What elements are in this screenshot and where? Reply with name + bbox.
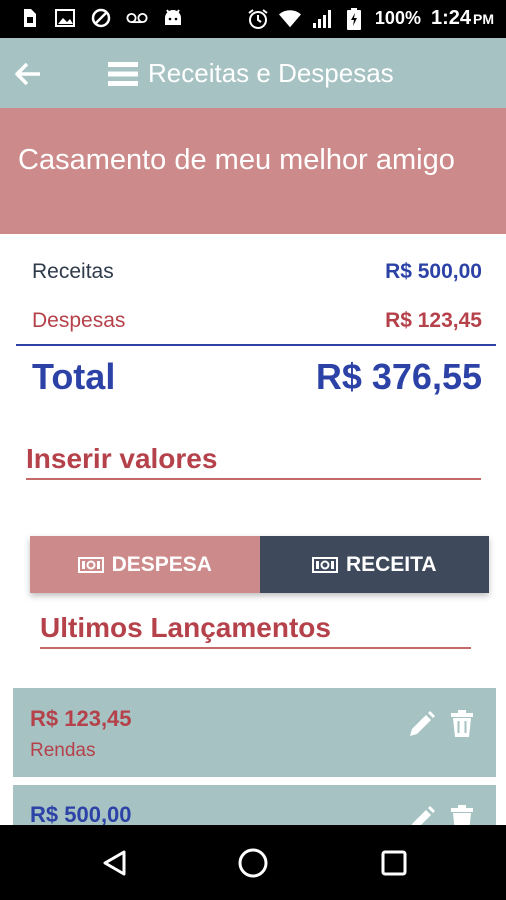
receitas-value: R$ 500,00 <box>385 260 482 283</box>
insert-section-underline <box>26 478 481 480</box>
despesas-row: Despesas R$ 123,45 <box>32 309 482 333</box>
menu-icon <box>108 62 138 86</box>
android-icon <box>162 7 184 29</box>
status-bar: 100% 1:24 PM <box>0 0 506 38</box>
delete-icon[interactable] <box>450 805 474 825</box>
insert-section-title: Inserir valores <box>26 443 218 474</box>
app-title: Receitas e Despesas <box>148 58 394 88</box>
money-icon <box>77 556 104 573</box>
back-triangle-icon <box>103 850 126 876</box>
total-label: Total <box>32 356 116 397</box>
entry-amount: R$ 123,45 <box>30 706 132 731</box>
system-nav-bar <box>0 825 506 900</box>
add-receita-button[interactable]: RECEITA <box>259 536 489 593</box>
battery-percent: 100% <box>374 8 421 28</box>
menu-button[interactable] <box>108 60 138 88</box>
voicemail-icon <box>126 7 148 29</box>
shield-icon <box>90 7 112 29</box>
clock-ampm: PM <box>473 11 494 27</box>
total-value: R$ 376,55 <box>315 356 482 397</box>
back-button[interactable] <box>10 56 46 92</box>
alarm-icon <box>247 8 269 30</box>
signal-icon <box>311 8 333 30</box>
recent-section-title: Ultimos Lançamentos <box>40 612 331 643</box>
delete-icon[interactable] <box>450 710 474 745</box>
receitas-row: Receitas R$ 500,00 <box>32 260 482 284</box>
list-item[interactable]: R$ 123,45 Rendas <box>13 688 496 777</box>
add-despesa-button[interactable]: DESPESA <box>30 536 260 593</box>
list-item[interactable]: R$ 500,00 <box>13 785 496 825</box>
money-icon <box>311 556 338 573</box>
clock: 1:24 PM <box>431 7 494 30</box>
event-banner: Casamento de meu melhor amigo <box>0 108 506 234</box>
recents-square-icon <box>381 850 407 876</box>
nav-home-button[interactable] <box>235 845 271 881</box>
add-receita-label: RECEITA <box>345 552 437 576</box>
despesas-value: R$ 123,45 <box>385 309 482 332</box>
nav-back-button[interactable] <box>96 845 132 881</box>
nav-recents-button[interactable] <box>376 845 412 881</box>
sim-card-icon <box>18 7 40 29</box>
receitas-label: Receitas <box>32 260 114 283</box>
add-despesa-label: DESPESA <box>111 552 212 576</box>
insert-button-group: DESPESA RECEITA <box>30 536 489 593</box>
entry-amount: R$ 500,00 <box>30 802 132 825</box>
despesas-label: Despesas <box>32 309 126 332</box>
recent-section-underline <box>40 647 471 649</box>
summary-divider <box>16 344 496 346</box>
app-bar: Receitas e Despesas <box>0 38 506 108</box>
wifi-icon <box>278 8 301 30</box>
image-icon <box>54 7 76 29</box>
battery-icon <box>343 7 365 30</box>
entry-category: Rendas <box>30 740 96 761</box>
home-circle-icon <box>238 848 268 878</box>
back-arrow-icon <box>15 62 40 86</box>
clock-time: 1:24 <box>430 7 471 29</box>
total-row: Total R$ 376,55 <box>32 356 482 398</box>
event-title: Casamento de meu melhor amigo <box>18 144 455 176</box>
edit-icon[interactable] <box>406 710 436 745</box>
edit-icon[interactable] <box>406 805 436 825</box>
